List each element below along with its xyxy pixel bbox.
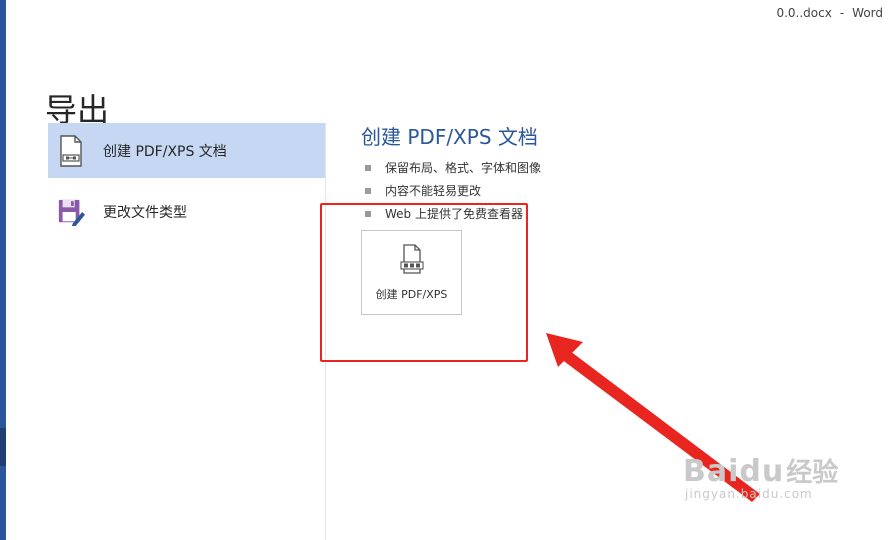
baidu-watermark: Baidu经验 jingyan.baidu.com xyxy=(683,452,838,501)
watermark-url: jingyan.baidu.com xyxy=(685,487,813,501)
watermark-brand-cn: 经验 xyxy=(786,458,839,488)
watermark-brand: Baidu xyxy=(683,454,785,489)
